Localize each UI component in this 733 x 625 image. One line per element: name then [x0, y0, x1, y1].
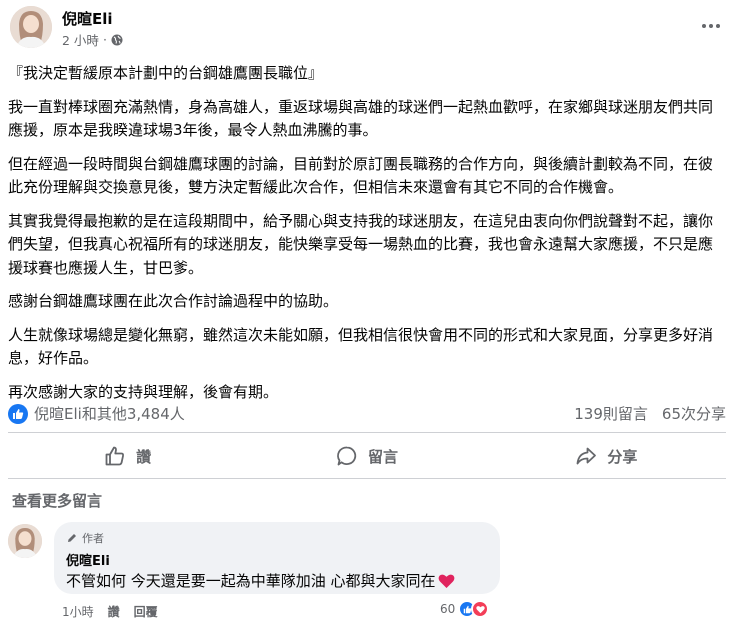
share-button[interactable]: 分享 — [487, 436, 726, 476]
red-heart-icon — [438, 574, 454, 588]
avatar-photo-icon — [10, 6, 52, 48]
share-count[interactable]: 65次分享 — [662, 403, 726, 424]
more-options-button[interactable] — [697, 12, 725, 40]
author-badge-label: 作者 — [82, 532, 104, 545]
view-more-comments-link[interactable]: 查看更多留言 — [12, 490, 102, 511]
more-dot-icon — [716, 24, 720, 28]
comment-time[interactable]: 1小時 — [62, 603, 94, 620]
avatar-photo-icon — [8, 524, 42, 558]
thumbs-up-icon — [105, 446, 125, 466]
post-meta: 2 小時 · — [62, 30, 123, 49]
comment-actions: 1小時 讚 回覆 — [62, 603, 158, 620]
divider — [8, 478, 726, 479]
more-dot-icon — [702, 24, 706, 28]
comment-text-row: 不管如何 今天還是要一起為中華隊加油 心都與大家同在 — [66, 570, 488, 591]
post-time[interactable]: 2 小時 — [62, 30, 99, 49]
reaction-summary-bar: 倪暄Eli和其他3,484人 139則留言 65次分享 — [8, 401, 726, 427]
post-paragraph: 其實我覺得最抱歉的是在這段期間中，給予關心與支持我的球迷朋友，在這兒由衷向你們說… — [8, 211, 714, 277]
reaction-summary[interactable]: 倪暄Eli和其他3,484人 — [8, 403, 185, 424]
comment-author-name[interactable]: 倪暄Eli — [66, 550, 488, 569]
comment-bubble: 作者 倪暄Eli 不管如何 今天還是要一起為中華隊加油 心都與大家同在 — [54, 522, 500, 594]
share-arrow-icon — [576, 447, 597, 465]
like-button-label: 讚 — [136, 447, 152, 466]
comment-button[interactable]: 留言 — [247, 436, 486, 476]
comment-bubble-icon — [337, 446, 357, 466]
engagement-counts: 139則留言 65次分享 — [574, 403, 726, 424]
post-paragraph: 人生就像球場總是變化無窮，雖然這次未能如願，但我相信很快會用不同的形式和大家見面… — [8, 325, 714, 368]
comment-reply-button[interactable]: 回覆 — [134, 603, 158, 620]
post-action-row: 讚 留言 分享 — [8, 436, 726, 476]
comment-like-button[interactable]: 讚 — [108, 603, 120, 620]
comment-button-label: 留言 — [367, 447, 398, 466]
post-header: 倪暄Eli 2 小時 · — [0, 0, 733, 56]
reaction-count-text: 倪暄Eli和其他3,484人 — [34, 405, 185, 423]
post-paragraph: 『我決定暫緩原本計劃中的台鋼雄鷹團長職位』 — [8, 64, 324, 82]
divider — [8, 432, 726, 433]
comment-reaction-count: 60 — [440, 602, 456, 616]
comment-reaction-summary[interactable]: 60 — [440, 600, 490, 618]
like-reaction-icon — [8, 403, 28, 424]
commenter-avatar[interactable] — [8, 524, 42, 558]
author-avatar[interactable] — [10, 6, 52, 48]
comment-text: 不管如何 今天還是要一起為中華隊加油 心都與大家同在 — [66, 572, 436, 590]
like-button[interactable]: 讚 — [8, 436, 247, 476]
pen-icon — [68, 534, 76, 542]
post-paragraph: 我一直對棒球圈充滿熱情，身為高雄人，重返球場與高雄的球迷們一起熱血歡呼，在家鄉與… — [8, 97, 714, 140]
post-paragraph: 但在經過一段時間與台鋼雄鷹球團的討論，目前對於原訂團長職務的合作方向，與後續計劃… — [8, 154, 714, 197]
more-dot-icon — [709, 24, 713, 28]
globe-icon[interactable] — [111, 34, 123, 46]
post-body: 『我決定暫緩原本計劃中的台鋼雄鷹團長職位』 我一直對棒球圈充滿熱情，身為高雄人，… — [8, 62, 726, 414]
share-button-label: 分享 — [607, 447, 638, 466]
post-author-name[interactable]: 倪暄Eli — [62, 8, 113, 29]
comment-count[interactable]: 139則留言 — [574, 403, 648, 424]
post-paragraph: 感謝台鋼雄鷹球團在此次合作討論過程中的協助。 — [8, 292, 339, 310]
love-reaction-icon — [471, 600, 490, 618]
author-badge: 作者 — [66, 530, 488, 546]
meta-separator: · — [102, 32, 107, 47]
